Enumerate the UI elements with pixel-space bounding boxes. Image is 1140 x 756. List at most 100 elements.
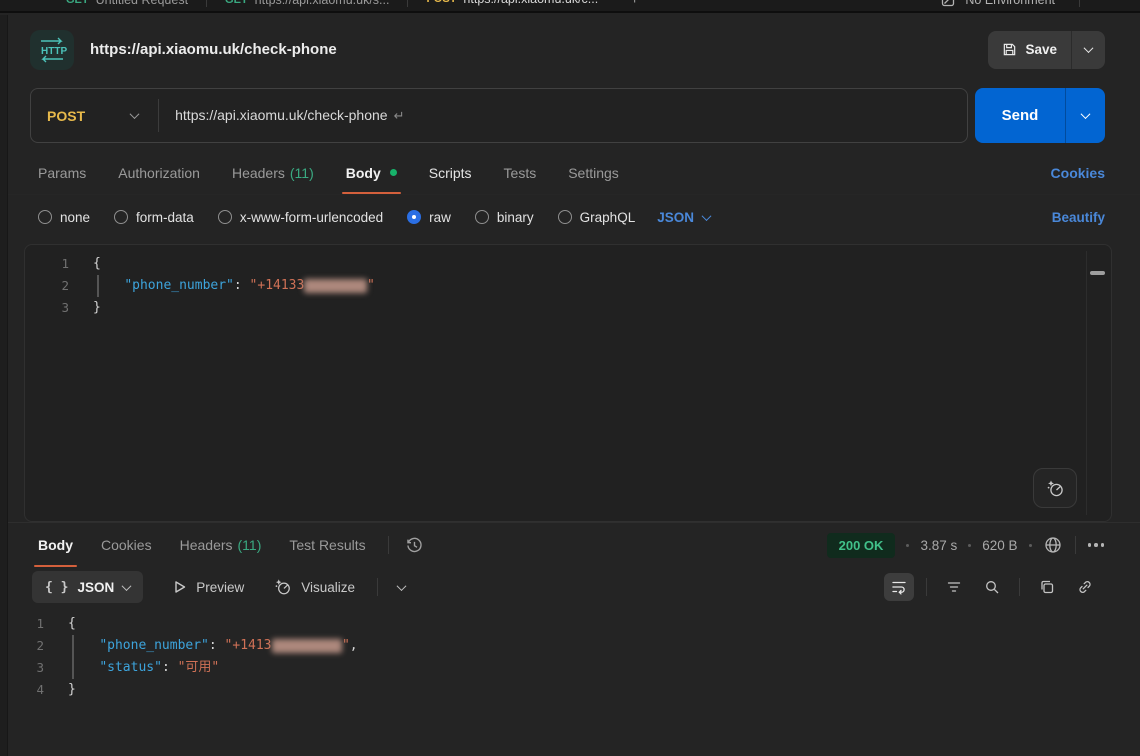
indent-guide [97,275,99,297]
environment-icon [941,0,955,7]
braces-icon: { } [45,580,68,595]
line-number: 4 [8,679,44,701]
tab-body[interactable]: Body [346,151,397,194]
send-button[interactable]: Send [975,88,1065,143]
postbot-button[interactable] [1033,468,1077,508]
indent-guide [72,635,74,657]
save-button-label: Save [1025,42,1057,57]
code-token: "phone_number" [99,638,209,653]
radio-graphql[interactable]: GraphQL [558,210,636,225]
response-time[interactable]: 3.87 s [920,538,957,553]
code-token: { [93,256,101,271]
visualize-button[interactable]: Visualize [274,578,355,596]
tab-count-badge: (11) [238,537,262,553]
tab-headers[interactable]: Headers(11) [232,151,314,194]
radio-circle-icon [114,210,128,224]
tab-label: Scripts [429,165,472,181]
code-text: "status": "可用" [68,657,219,679]
save-options-button[interactable] [1071,31,1105,69]
tab-headers[interactable]: Headers(11) [180,523,262,567]
beautify-link[interactable]: Beautify [1052,210,1105,225]
workspace-tab[interactable]: POSThttps://api.xiaomu.uk/c... [408,0,616,13]
radio-raw[interactable]: raw [407,210,451,225]
tab-method-label: GET [225,0,248,6]
search-button[interactable] [977,573,1007,601]
visualize-sparkle-icon [274,578,292,596]
code-token: , [350,638,358,653]
code-text: "phone_number": "+14133 " [93,275,375,297]
topbar-divider [1079,0,1080,7]
cookies-link[interactable]: Cookies [1051,165,1105,181]
filter-button[interactable] [939,573,969,601]
tab-settings[interactable]: Settings [568,151,619,194]
scrollbar-thumb[interactable] [1090,271,1105,275]
code-token: } [68,682,76,697]
preview-label: Preview [196,580,244,595]
method-selector[interactable]: POST [31,108,158,124]
radio-x-www-form-urlencoded[interactable]: x-www-form-urlencoded [218,210,383,225]
globe-icon[interactable] [1043,535,1063,555]
response-format-selector[interactable]: { } JSON [32,571,143,603]
history-icon[interactable] [405,536,424,555]
tab-tests[interactable]: Tests [504,151,537,194]
tab-test-results[interactable]: Test Results [289,523,365,567]
environment-selector[interactable]: No Environment [965,0,1055,7]
code-line: 4} [0,679,1140,701]
scrollbar-track [1086,251,1087,515]
tab-label: Params [38,165,86,181]
tab-body[interactable]: Body [38,523,73,567]
url-bar: POST https://api.xiaomu.uk/check-phone↵ … [30,88,1105,143]
code-token: : [234,278,250,293]
radio-form-data[interactable]: form-data [114,210,194,225]
more-actions-icon[interactable] [1088,543,1105,547]
divider [388,536,389,554]
code-line: 2 "phone_number": "+14133 " [25,275,1111,297]
tab-params[interactable]: Params [38,151,86,194]
tab-scripts[interactable]: Scripts [429,151,472,194]
tab-label: Test Results [289,537,365,553]
code-token: "phone_number" [124,278,234,293]
tab-count-badge: (11) [290,165,314,181]
format-selector[interactable]: JSON [657,210,710,225]
tab-method-label: GET [66,0,89,6]
radio-circle-icon [407,210,421,224]
response-code-lines: 1{2 "phone_number": "+1413 ",3 "status":… [0,613,1140,701]
request-body-editor[interactable]: 1{2 "phone_number": "+14133 "3} [24,244,1112,522]
code-line: 1{ [0,613,1140,635]
send-button-group: Send [975,88,1105,143]
code-text: { [93,253,101,275]
code-line: 3} [25,297,1111,319]
return-key-icon: ↵ [394,108,405,123]
radio-label: x-www-form-urlencoded [240,210,383,225]
radio-none[interactable]: none [38,210,90,225]
send-options-button[interactable] [1065,88,1105,143]
body-type-row: none form-data x-www-form-urlencoded raw bin… [0,195,1140,239]
preview-button[interactable]: Preview [173,580,244,595]
add-tab-icon[interactable]: + [630,0,639,8]
workspace-tab[interactable]: GEThttps://api.xiaomu.uk/s... [207,0,407,13]
tab-cookies[interactable]: Cookies [101,523,152,567]
response-meta-row: Body Cookies Headers(11) Test Results 200 O… [0,523,1140,567]
copy-button[interactable] [1032,573,1062,601]
url-input[interactable]: https://api.xiaomu.uk/check-phone↵ [159,107,967,124]
line-number: 3 [33,297,69,319]
code-line: 1{ [25,253,1111,275]
format-label: JSON [657,210,694,225]
radio-circle-icon [558,210,572,224]
workspace-tab[interactable]: GETUntitled Request [48,0,206,13]
response-size[interactable]: 620 B [982,538,1017,553]
more-views-chevron[interactable] [398,578,405,596]
tab-label: Tests [504,165,537,181]
radio-label: raw [429,210,451,225]
status-badge[interactable]: 200 OK [827,533,896,558]
response-stats: 200 OK 3.87 s 620 B [827,533,1104,558]
response-body-editor[interactable]: 1{2 "phone_number": "+1413 ",3 "status":… [0,607,1140,701]
radio-binary[interactable]: binary [475,210,534,225]
link-button[interactable] [1070,573,1100,601]
wrap-text-button[interactable] [884,573,914,601]
line-number: 2 [33,275,69,297]
save-button[interactable]: Save [988,31,1071,69]
tab-label: Authorization [118,165,200,181]
tab-authorization[interactable]: Authorization [118,151,200,194]
response-tabs: Body Cookies Headers(11) Test Results [38,523,366,567]
